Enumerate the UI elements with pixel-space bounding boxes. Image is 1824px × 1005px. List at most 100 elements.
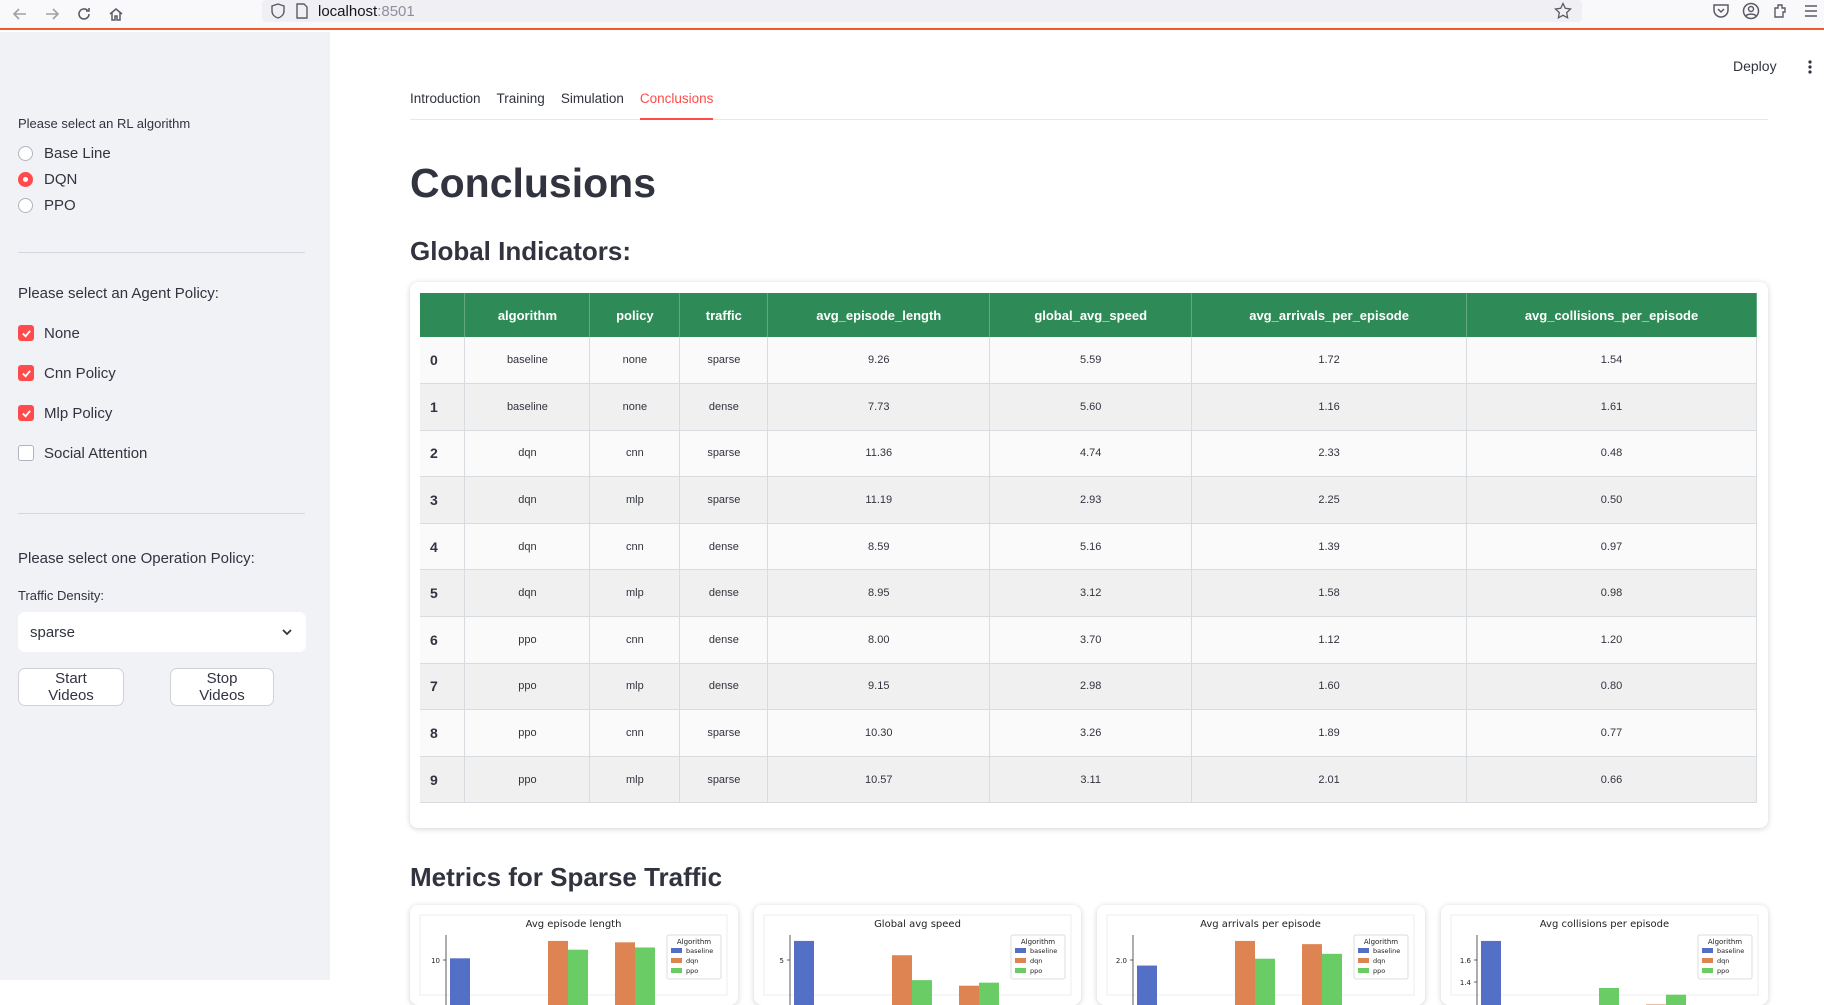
radio-selected-icon[interactable] [18, 171, 33, 187]
table-cell[interactable]: 1.89 [1191, 709, 1468, 757]
table-cell[interactable]: mlp [589, 476, 681, 524]
table-cell[interactable]: none [589, 383, 681, 431]
table-cell[interactable]: 0.97 [1466, 523, 1757, 571]
column-header[interactable]: global_avg_speed [989, 293, 1193, 337]
table-cell[interactable]: baseline [464, 383, 591, 431]
start-videos-button[interactable]: Start Videos [18, 668, 124, 706]
table-cell[interactable]: 11.19 [767, 476, 991, 524]
checkbox-unchecked-icon[interactable] [18, 445, 34, 461]
reload-icon[interactable] [72, 2, 96, 26]
row-index-cell[interactable]: 0 [420, 337, 466, 385]
row-index-cell[interactable]: 9 [420, 756, 466, 804]
radio-ppo[interactable]: PPO [18, 192, 305, 218]
table-cell[interactable]: 0.50 [1466, 476, 1757, 524]
menu-icon[interactable] [1802, 2, 1820, 20]
table-cell[interactable]: 2.93 [989, 476, 1193, 524]
home-icon[interactable] [104, 2, 128, 26]
table-cell[interactable]: ppo [464, 663, 591, 711]
column-header[interactable]: avg_episode_length [767, 293, 991, 337]
table-cell[interactable]: mlp [589, 756, 681, 804]
table-cell[interactable]: 1.16 [1191, 383, 1468, 431]
table-cell[interactable]: 1.60 [1191, 663, 1468, 711]
table-cell[interactable]: 1.61 [1466, 383, 1757, 431]
radio-circle-icon[interactable] [18, 145, 33, 161]
row-index-cell[interactable]: 8 [420, 709, 466, 757]
bookmark-star-icon[interactable] [1554, 1, 1572, 20]
table-cell[interactable]: sparse [679, 709, 769, 757]
table-cell[interactable]: 8.59 [767, 523, 991, 571]
checkbox-checked-icon[interactable] [18, 405, 34, 421]
table-cell[interactable]: 3.26 [989, 709, 1193, 757]
table-cell[interactable]: sparse [679, 756, 769, 804]
table-cell[interactable]: 1.54 [1466, 337, 1757, 385]
table-cell[interactable]: 5.60 [989, 383, 1193, 431]
checkbox-mlp-policy[interactable]: Mlp Policy [18, 393, 305, 433]
table-cell[interactable]: dense [679, 616, 769, 664]
table-cell[interactable]: mlp [589, 569, 681, 618]
row-index-cell[interactable]: 2 [420, 430, 466, 478]
table-cell[interactable]: 0.48 [1466, 430, 1757, 478]
row-index-cell[interactable]: 4 [420, 523, 466, 571]
row-index-cell[interactable]: 3 [420, 476, 466, 524]
table-cell[interactable]: 1.20 [1466, 616, 1757, 664]
checkbox-checked-icon[interactable] [18, 325, 34, 341]
table-cell[interactable]: 2.98 [989, 663, 1193, 711]
table-cell[interactable]: dense [679, 663, 769, 711]
radio-base-line[interactable]: Base Line [18, 140, 305, 166]
table-cell[interactable]: cnn [589, 430, 681, 478]
checkbox-cnn-policy[interactable]: Cnn Policy [18, 353, 305, 393]
deploy-button[interactable]: Deploy [1733, 58, 1777, 74]
traffic-density-select[interactable]: sparse [18, 612, 306, 652]
table-cell[interactable]: dqn [464, 523, 591, 571]
table-cell[interactable]: mlp [589, 663, 681, 711]
table-cell[interactable]: 11.36 [767, 430, 991, 478]
table-cell[interactable]: 8.00 [767, 616, 991, 664]
table-cell[interactable]: 9.15 [767, 663, 991, 711]
table-cell[interactable]: 2.01 [1191, 756, 1468, 804]
pocket-icon[interactable] [1712, 2, 1730, 20]
table-cell[interactable]: baseline [464, 337, 591, 385]
row-index-cell[interactable]: 6 [420, 616, 466, 664]
tab-simulation[interactable]: Simulation [561, 86, 624, 120]
column-header[interactable]: algorithm [464, 293, 591, 337]
checkbox-checked-icon[interactable] [18, 365, 34, 381]
table-cell[interactable]: dense [679, 383, 769, 431]
table-cell[interactable]: cnn [589, 616, 681, 664]
table-cell[interactable]: ppo [464, 616, 591, 664]
table-cell[interactable]: 5.16 [989, 523, 1193, 571]
tab-introduction[interactable]: Introduction [410, 86, 481, 120]
stop-videos-button[interactable]: Stop Videos [170, 668, 274, 706]
column-header[interactable]: traffic [679, 293, 769, 337]
column-header[interactable]: avg_collisions_per_episode [1466, 293, 1757, 337]
column-header[interactable]: avg_arrivals_per_episode [1191, 293, 1468, 337]
table-cell[interactable]: 0.80 [1466, 663, 1757, 711]
forward-icon[interactable] [40, 2, 64, 26]
table-cell[interactable]: 2.25 [1191, 476, 1468, 524]
table-cell[interactable]: 7.73 [767, 383, 991, 431]
table-cell[interactable]: none [589, 337, 681, 385]
extensions-icon[interactable] [1772, 2, 1790, 20]
table-cell[interactable]: cnn [589, 523, 681, 571]
table-cell[interactable]: 5.59 [989, 337, 1193, 385]
table-cell[interactable]: 3.12 [989, 569, 1193, 618]
table-cell[interactable]: 3.70 [989, 616, 1193, 664]
row-index-cell[interactable]: 7 [420, 663, 466, 711]
address-bar[interactable]: localhost:8501 [262, 0, 1582, 22]
radio-dqn[interactable]: DQN [18, 166, 305, 192]
column-header[interactable] [420, 293, 466, 337]
table-cell[interactable]: 3.11 [989, 756, 1193, 804]
table-cell[interactable]: dqn [464, 569, 591, 618]
table-cell[interactable]: 0.98 [1466, 569, 1757, 618]
checkbox-none[interactable]: None [18, 313, 305, 353]
table-cell[interactable]: dqn [464, 430, 591, 478]
table-cell[interactable]: dense [679, 569, 769, 618]
row-index-cell[interactable]: 1 [420, 383, 466, 431]
table-cell[interactable]: 9.26 [767, 337, 991, 385]
table-cell[interactable]: 1.58 [1191, 569, 1468, 618]
table-cell[interactable]: sparse [679, 337, 769, 385]
table-cell[interactable]: 10.30 [767, 709, 991, 757]
table-cell[interactable]: 1.12 [1191, 616, 1468, 664]
table-cell[interactable]: 4.74 [989, 430, 1193, 478]
table-cell[interactable]: ppo [464, 756, 591, 804]
table-cell[interactable]: dqn [464, 476, 591, 524]
